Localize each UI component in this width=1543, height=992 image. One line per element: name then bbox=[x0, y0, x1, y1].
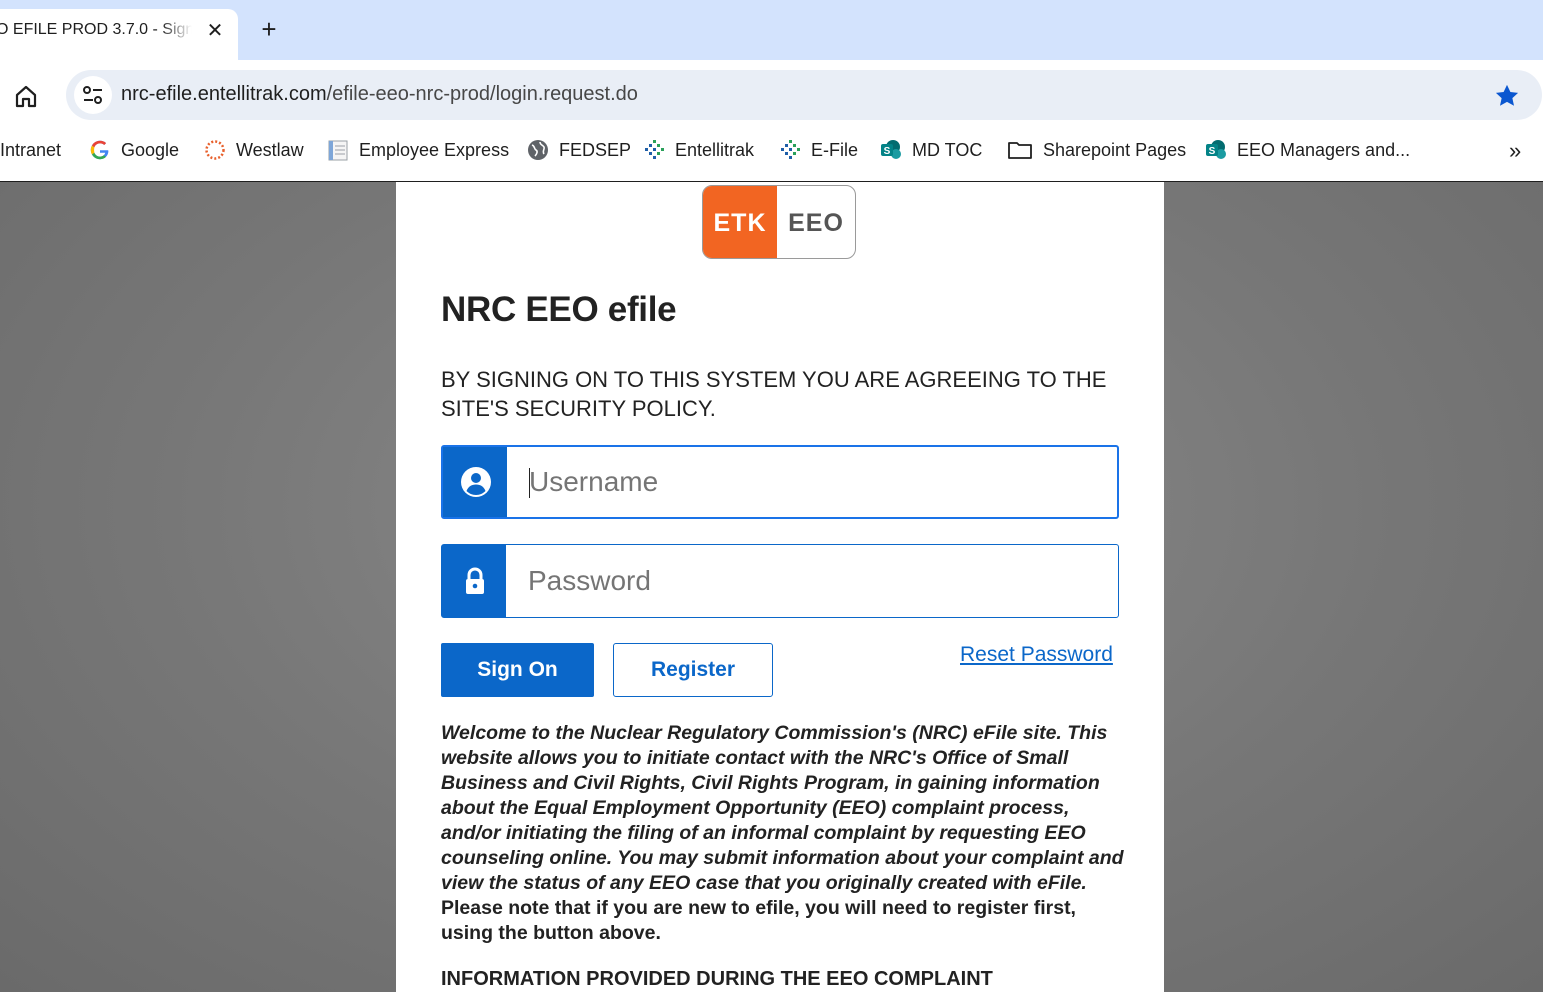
home-icon[interactable] bbox=[12, 82, 40, 110]
register-button[interactable]: Register bbox=[613, 643, 773, 697]
site-info-icon[interactable] bbox=[74, 76, 112, 114]
new-tab-button[interactable]: + bbox=[255, 16, 283, 44]
bookmark-label: FEDSEP bbox=[559, 139, 632, 160]
bookmark-label: MD TOC bbox=[912, 139, 983, 160]
bookmark-intranet[interactable]: Intranet bbox=[0, 138, 61, 162]
information-heading: INFORMATION PROVIDED DURING THE EEO COMP… bbox=[441, 968, 993, 990]
username-input[interactable] bbox=[509, 447, 1109, 517]
page-viewport: ETK EEO NRC EEO efile BY SIGNING ON TO T… bbox=[0, 182, 1543, 992]
url-text[interactable]: nrc-efile.entellitrak.com/efile-eeo-nrc-… bbox=[121, 83, 638, 106]
etk-eeo-logo: ETK EEO bbox=[702, 185, 856, 259]
svg-text:S: S bbox=[1209, 146, 1216, 157]
text-caret bbox=[529, 468, 530, 498]
globe-icon bbox=[527, 139, 549, 161]
tab-strip: O EFILE PROD 3.7.0 - Sign On ✕ + bbox=[0, 0, 1543, 60]
bookmark-entellitrak[interactable]: Entellitrak bbox=[643, 138, 754, 162]
reset-password-link[interactable]: Reset Password bbox=[960, 643, 1113, 667]
bookmark-eeo-managers[interactable]: S EEO Managers and... bbox=[1205, 138, 1410, 162]
sharepoint-icon: S bbox=[1205, 139, 1227, 161]
bookmark-fedsep[interactable]: FEDSEP bbox=[527, 138, 631, 162]
folder-icon bbox=[1007, 139, 1033, 161]
page-title: NRC EEO efile bbox=[441, 290, 677, 329]
close-tab-icon[interactable]: ✕ bbox=[204, 19, 226, 43]
login-card: ETK EEO NRC EEO efile BY SIGNING ON TO T… bbox=[396, 182, 1164, 992]
tab-title: O EFILE PROD 3.7.0 - Sign On bbox=[0, 21, 192, 38]
bookmark-label: Google bbox=[121, 139, 180, 160]
username-field[interactable] bbox=[441, 445, 1119, 519]
sign-on-button[interactable]: Sign On bbox=[441, 643, 594, 697]
entellitrak-icon bbox=[643, 139, 665, 161]
document-icon bbox=[327, 139, 349, 161]
bookmark-label: E-File bbox=[811, 139, 859, 160]
entellitrak-icon bbox=[779, 139, 801, 161]
active-tab[interactable]: O EFILE PROD 3.7.0 - Sign On ✕ bbox=[0, 9, 238, 60]
google-icon bbox=[89, 139, 111, 161]
welcome-text: Welcome to the Nuclear Regulatory Commis… bbox=[441, 721, 1126, 946]
bookmark-label: EEO Managers and... bbox=[1237, 139, 1411, 160]
bookmark-employee-express[interactable]: Employee Express bbox=[327, 138, 509, 162]
svg-text:S: S bbox=[884, 146, 891, 157]
bookmarks-bar: Intranet Google Westlaw Employee Express… bbox=[0, 132, 1543, 182]
bookmark-google[interactable]: Google bbox=[89, 138, 179, 162]
bookmark-star-icon[interactable] bbox=[1493, 82, 1521, 110]
welcome-plain: Please note that if you are new to efile… bbox=[441, 897, 1076, 944]
westlaw-icon bbox=[204, 139, 226, 161]
bookmark-label: Westlaw bbox=[236, 139, 304, 160]
password-input[interactable] bbox=[508, 545, 1108, 617]
bookmark-sharepoint-pages[interactable]: Sharepoint Pages bbox=[1007, 138, 1186, 162]
browser-toolbar: nrc-efile.entellitrak.com/efile-eeo-nrc-… bbox=[0, 60, 1543, 132]
bookmark-label: Intranet bbox=[0, 139, 62, 160]
lock-icon bbox=[442, 545, 506, 617]
bookmark-label: Sharepoint Pages bbox=[1043, 139, 1187, 160]
url-path: /efile-eeo-nrc-prod/login.request.do bbox=[326, 83, 638, 105]
welcome-italic: Welcome to the Nuclear Regulatory Commis… bbox=[441, 722, 1124, 894]
bookmark-label: Employee Express bbox=[359, 139, 510, 160]
sharepoint-icon: S bbox=[880, 139, 902, 161]
logo-eeo: EEO bbox=[788, 209, 844, 237]
user-icon bbox=[443, 447, 507, 517]
bookmark-e-file[interactable]: E-File bbox=[779, 138, 858, 162]
address-bar[interactable]: nrc-efile.entellitrak.com/efile-eeo-nrc-… bbox=[66, 70, 1542, 120]
bookmark-md-toc[interactable]: S MD TOC bbox=[880, 138, 982, 162]
bookmark-label: Entellitrak bbox=[675, 139, 755, 160]
bookmark-westlaw[interactable]: Westlaw bbox=[204, 138, 304, 162]
url-domain: nrc-efile.entellitrak.com bbox=[121, 83, 327, 105]
password-field[interactable] bbox=[441, 544, 1119, 618]
more-bookmarks-button[interactable]: » bbox=[1509, 138, 1521, 164]
logo-etk: ETK bbox=[703, 186, 777, 258]
security-policy-notice: BY SIGNING ON TO THIS SYSTEM YOU ARE AGR… bbox=[441, 367, 1107, 421]
